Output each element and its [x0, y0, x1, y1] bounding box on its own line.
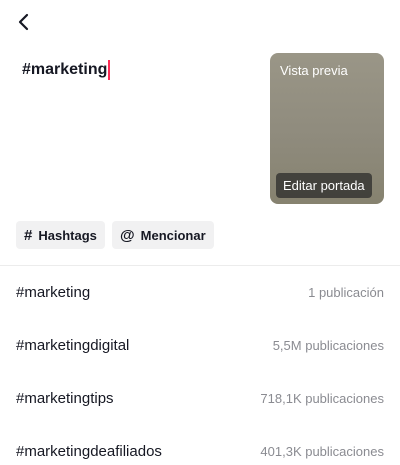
suggestion-tag: #marketingdeafiliados: [16, 443, 162, 460]
hashtags-button[interactable]: # Hashtags: [16, 221, 105, 249]
suggestion-count: 5,5M publicaciones: [272, 338, 384, 353]
suggestion-row[interactable]: #marketingdeafiliados 401,3K publicacion…: [0, 425, 400, 465]
hashtag-editor-screen: #marketing Vista previa Editar portada #…: [0, 0, 400, 465]
video-preview[interactable]: Vista previa Editar portada: [270, 53, 384, 204]
back-button[interactable]: [10, 8, 38, 36]
caption-text: #marketing: [22, 61, 108, 78]
suggestion-count: 718,1K publicaciones: [260, 391, 384, 406]
caption-input[interactable]: #marketing: [22, 60, 111, 80]
hashtag-icon: #: [24, 226, 33, 244]
suggestion-count: 1 publicación: [308, 285, 384, 300]
suggestion-row[interactable]: #marketingdigital 5,5M publicaciones: [0, 319, 400, 372]
suggestion-tag: #marketing: [16, 284, 91, 301]
hashtag-suggestions-list: #marketing 1 publicación #marketingdigit…: [0, 266, 400, 465]
text-caret: [108, 60, 111, 80]
suggestion-tag: #marketingdigital: [16, 337, 130, 354]
preview-label: Vista previa: [280, 63, 348, 78]
mention-button[interactable]: @ Mencionar: [112, 221, 214, 249]
suggestion-count: 401,3K publicaciones: [260, 444, 384, 459]
suggestion-row[interactable]: #marketing 1 publicación: [0, 266, 400, 319]
suggestion-row[interactable]: #marketingtips 718,1K publicaciones: [0, 372, 400, 425]
edit-cover-button[interactable]: Editar portada: [276, 173, 372, 198]
suggestion-tag: #marketingtips: [16, 390, 114, 407]
hashtags-label: Hashtags: [38, 227, 97, 243]
chevron-left-icon: [18, 13, 29, 31]
mention-label: Mencionar: [140, 227, 206, 243]
at-icon: @: [120, 226, 135, 244]
